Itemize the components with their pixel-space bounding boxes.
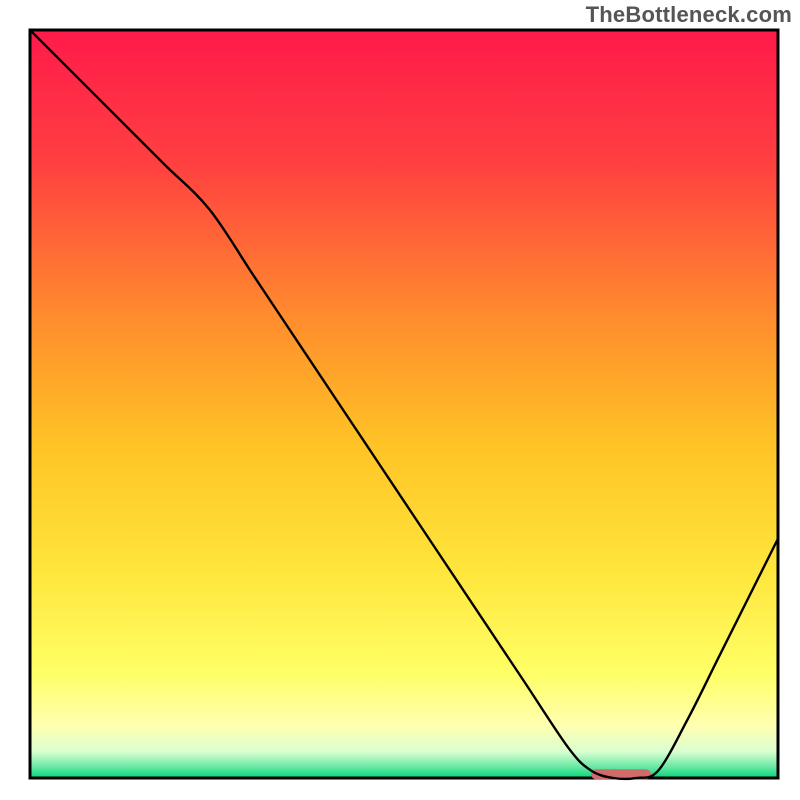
bottleneck-chart: TheBottleneck.com (0, 0, 800, 800)
chart-canvas (0, 0, 800, 800)
watermark-text: TheBottleneck.com (586, 2, 792, 28)
